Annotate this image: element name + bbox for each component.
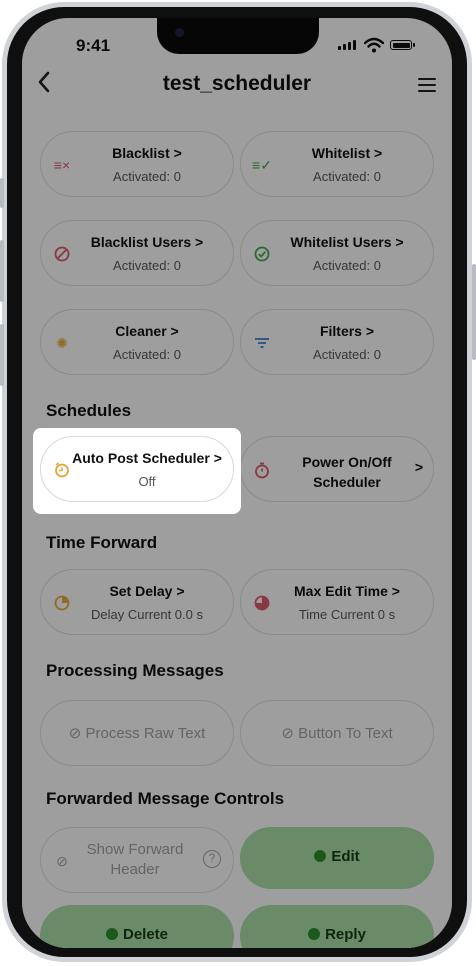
auto-post-scheduler-label: Auto Post Scheduler: [72, 450, 210, 466]
side-button-mute: [0, 178, 4, 208]
side-button-volume-up: [0, 240, 4, 302]
spotlight-highlight: Auto Post Scheduler > Off: [33, 428, 241, 514]
clock-icon: [53, 461, 71, 479]
chevron-right-icon: >: [213, 450, 222, 466]
side-button-power: [472, 264, 476, 360]
auto-post-scheduler-card[interactable]: Auto Post Scheduler > Off: [40, 436, 234, 502]
side-button-volume-down: [0, 324, 4, 386]
auto-post-scheduler-status: Off: [138, 474, 156, 489]
screen: 9:41 test_scheduler ≡× Blacklist > Activ…: [22, 18, 452, 948]
